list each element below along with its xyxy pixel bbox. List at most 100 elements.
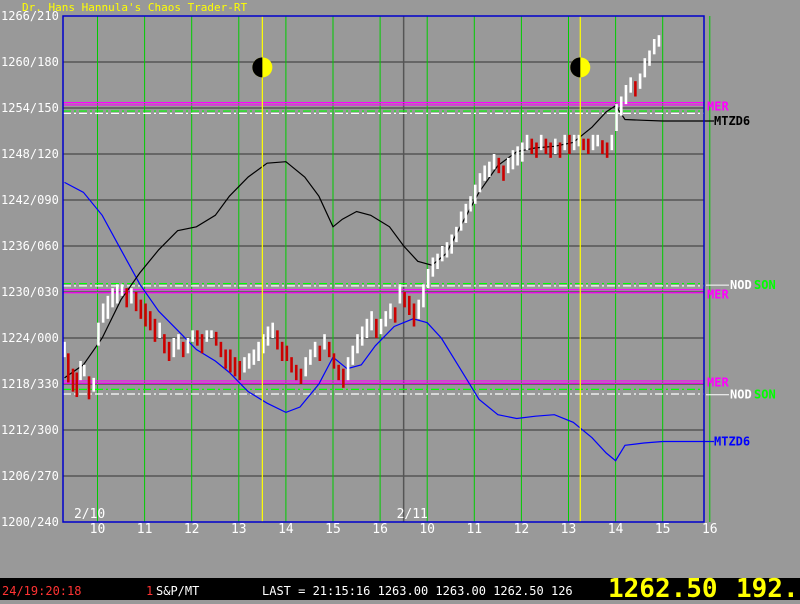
axis-labels: 1266/2101260/1801254/1501248/1201242/090… xyxy=(1,9,776,537)
y-tick-label: 1206/270 xyxy=(1,469,59,483)
y-tick-label: 1224/000 xyxy=(1,331,59,345)
grid-lines xyxy=(63,15,711,523)
price-bar xyxy=(375,318,378,338)
price-bar xyxy=(346,357,350,381)
plot-frame xyxy=(62,15,705,523)
price-bar xyxy=(299,368,303,384)
y-tick-label: 1248/120 xyxy=(1,147,59,161)
price-bar xyxy=(629,77,632,93)
price-bar xyxy=(643,58,647,78)
price-bar xyxy=(497,157,501,174)
price-bar xyxy=(408,295,411,315)
date-label: 2/10 xyxy=(74,507,105,522)
price-bar xyxy=(445,242,449,258)
price-bar xyxy=(426,269,430,289)
x-tick-label: 14 xyxy=(608,522,624,537)
price-bar xyxy=(652,39,656,55)
price-bar xyxy=(384,311,388,327)
price-bar xyxy=(440,246,444,262)
price-bar xyxy=(473,184,477,204)
price-bar xyxy=(148,311,152,331)
y-tick-label: 1254/150 xyxy=(1,101,59,115)
price-bar xyxy=(511,150,515,170)
price-bar xyxy=(276,330,279,350)
price-bar xyxy=(351,345,355,365)
status-clock: 24/19:20:18 xyxy=(2,584,82,598)
x-tick-label: 16 xyxy=(372,522,388,537)
price-bar xyxy=(200,334,204,354)
harmonic-lines xyxy=(63,102,729,396)
price-bar xyxy=(450,234,453,254)
price-bar xyxy=(464,203,468,223)
x-tick-label: 11 xyxy=(137,522,153,537)
price-bar xyxy=(389,303,392,319)
price-bar xyxy=(120,284,124,296)
price-bar xyxy=(596,134,600,147)
harmonic-label: SON xyxy=(754,388,776,402)
x-tick-label: 15 xyxy=(325,522,341,537)
moon-phases xyxy=(252,16,591,522)
harmonic-label: MER xyxy=(707,287,729,301)
harmonic-label: SON xyxy=(754,278,776,292)
price-bar xyxy=(323,334,326,350)
y-tick-label: 1260/180 xyxy=(1,55,59,69)
price-bar xyxy=(601,140,604,154)
x-tick-label: 10 xyxy=(90,522,106,537)
price-bar xyxy=(163,334,166,354)
price-bar xyxy=(134,292,138,312)
price-bar xyxy=(478,173,482,193)
price-bar xyxy=(610,134,614,151)
price-bar xyxy=(582,138,585,151)
price-bar xyxy=(75,372,79,398)
chart-title: Dr. Hans Hannula's Chaos Trader-RT xyxy=(22,1,248,14)
price-bar xyxy=(657,35,661,47)
price-bar xyxy=(210,330,213,338)
price-bar xyxy=(266,326,270,346)
x-tick-label: 15 xyxy=(655,522,671,537)
price-bar xyxy=(332,353,336,369)
price-bar xyxy=(83,364,86,377)
price-bar xyxy=(243,357,246,373)
price-bar xyxy=(219,341,223,358)
price-bar xyxy=(572,134,576,151)
price-bar xyxy=(431,257,435,277)
price-bar xyxy=(516,146,519,166)
price-bar xyxy=(304,357,307,377)
price-bar xyxy=(294,364,298,381)
price-bar xyxy=(214,331,218,346)
price-bar xyxy=(648,50,651,66)
price-bar xyxy=(624,85,628,105)
price-bar xyxy=(619,96,623,116)
price-bar xyxy=(92,377,96,392)
price-bar xyxy=(224,349,227,369)
price-bar xyxy=(634,81,637,97)
price-bar xyxy=(436,253,439,269)
price-bar xyxy=(539,134,543,151)
series-end-label: MTZD6 xyxy=(714,114,750,128)
price-bar xyxy=(506,157,510,174)
price-bar xyxy=(97,322,100,346)
price-bar xyxy=(290,357,293,373)
price-bar xyxy=(238,361,242,381)
price-bar xyxy=(196,330,199,346)
y-tick-label: 1230/030 xyxy=(1,285,59,299)
price-bar xyxy=(309,349,312,365)
status-last-quote: LAST = 21:15:16 1263.00 1263.00 1262.50 … xyxy=(262,584,573,598)
price-bars xyxy=(63,35,661,400)
x-tick-label: 12 xyxy=(514,522,530,537)
price-bar xyxy=(115,284,119,304)
x-tick-label: 16 xyxy=(702,522,718,537)
price-bar xyxy=(535,142,538,158)
price-bar xyxy=(360,326,364,346)
harmonic-label: MER xyxy=(707,375,729,389)
x-tick-label: 12 xyxy=(184,522,200,537)
price-bar xyxy=(412,303,416,327)
price-bar xyxy=(79,361,82,381)
price-bar xyxy=(492,154,496,170)
price-bar xyxy=(398,284,402,304)
price-bar xyxy=(356,334,359,354)
price-bar xyxy=(483,165,486,181)
price-bar xyxy=(177,334,180,350)
harmonic-label: MER xyxy=(707,99,729,113)
chart: 1266/2101260/1801254/1501248/1201242/090… xyxy=(1,1,776,537)
